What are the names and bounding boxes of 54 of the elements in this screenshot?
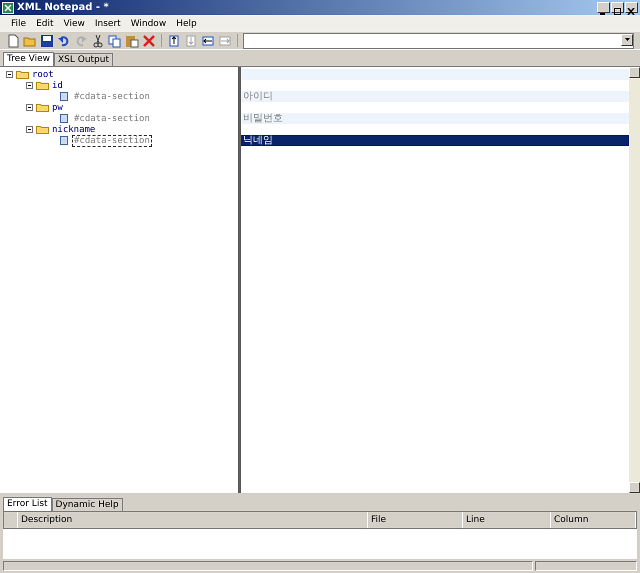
folder-icon: [16, 70, 29, 79]
element-name[interactable]: nickname: [52, 124, 96, 134]
collapse-toggle-icon[interactable]: [26, 82, 33, 89]
dropdown-arrow-icon[interactable]: [624, 38, 630, 41]
close-button[interactable]: [625, 2, 638, 13]
folder-icon: [36, 103, 49, 112]
element-name[interactable]: root: [32, 70, 54, 80]
menu-item[interactable]: Window: [126, 18, 172, 28]
window-title: XML Notepad - *: [17, 2, 110, 13]
column-header[interactable]: Column: [551, 512, 636, 528]
collapse-toggle-icon[interactable]: [26, 126, 33, 133]
folder-icon: [36, 81, 49, 90]
document-icon: [60, 114, 68, 123]
menu-item[interactable]: View: [58, 18, 90, 28]
undo-icon[interactable]: [57, 34, 71, 48]
close-icon: [627, 8, 636, 15]
copy-icon[interactable]: [108, 34, 122, 48]
column-header[interactable]: Description: [18, 512, 368, 528]
menu-item[interactable]: Insert: [90, 18, 126, 28]
menu-item[interactable]: Edit: [31, 18, 58, 28]
collapse-toggle-icon[interactable]: [6, 71, 13, 78]
paste-icon[interactable]: [125, 34, 139, 48]
node-value[interactable]: 비밀번호: [241, 113, 629, 124]
element-name[interactable]: id: [52, 80, 63, 90]
folder-icon: [36, 125, 49, 134]
document-icon: [60, 92, 68, 101]
maximize-button[interactable]: [611, 2, 624, 13]
nudge-up-icon[interactable]: [167, 34, 181, 48]
document-icon: [60, 136, 68, 145]
column-header[interactable]: File: [368, 512, 463, 528]
node-name[interactable]: #cdata-section: [72, 134, 152, 146]
scissors-icon[interactable]: [91, 34, 105, 48]
tab[interactable]: Error List: [3, 497, 52, 511]
menu-item[interactable]: File: [6, 18, 32, 28]
node-value[interactable]: 닉네임: [241, 135, 629, 146]
element-name[interactable]: pw: [52, 102, 63, 112]
tab[interactable]: Tree View: [3, 52, 54, 66]
node-name[interactable]: #cdata-section: [72, 90, 152, 102]
collapse-toggle-icon[interactable]: [26, 104, 33, 111]
save-icon[interactable]: [40, 34, 54, 48]
app-icon: [2, 2, 14, 14]
tab[interactable]: Dynamic Help: [52, 498, 123, 511]
node-name[interactable]: #cdata-section: [72, 112, 152, 124]
maximize-icon: [613, 8, 622, 15]
scroll-up-button[interactable]: [629, 67, 640, 78]
menu-item[interactable]: Help: [171, 18, 202, 28]
delete-icon[interactable]: [142, 34, 156, 48]
column-header[interactable]: Line: [463, 512, 551, 528]
nudge-left-icon[interactable]: [201, 34, 215, 48]
node-value[interactable]: 아이디: [241, 91, 629, 102]
minimize-button[interactable]: [597, 2, 610, 13]
scroll-down-button[interactable]: [629, 482, 640, 493]
xpath-combo-field[interactable]: [243, 32, 634, 48]
tab[interactable]: XSL Output: [54, 53, 114, 66]
